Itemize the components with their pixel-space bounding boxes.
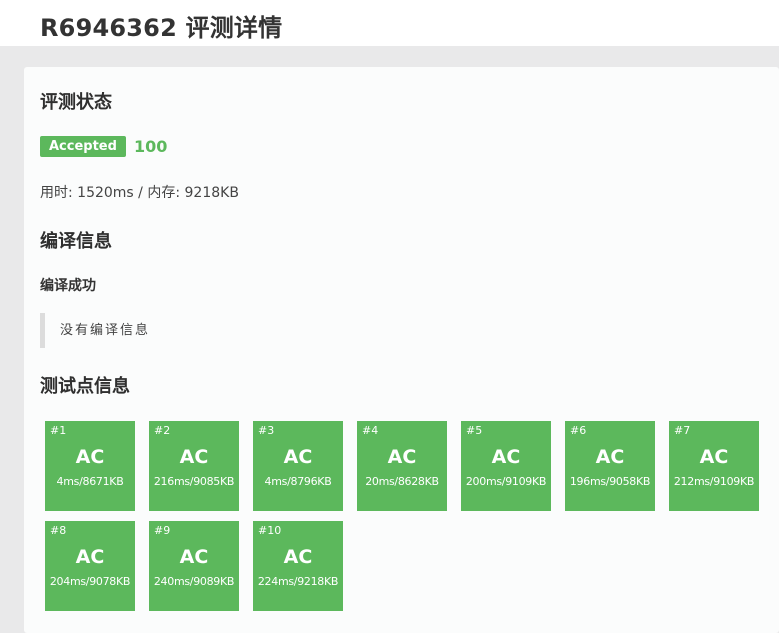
tests-section-title: 测试点信息 (40, 376, 130, 397)
test-case-detail: 20ms/8628KB (365, 475, 439, 488)
test-case-result: AC (179, 446, 209, 468)
test-case-id: #1 (50, 424, 67, 437)
status-badge: Accepted (40, 136, 126, 157)
test-case-result: AC (595, 446, 625, 468)
score-value: 100 (133, 137, 168, 156)
status-row: Accepted 100 (40, 136, 167, 157)
record-card: 评测状态 Accepted 100 用时: 1520ms / 内存: 9218K… (24, 67, 779, 633)
test-case-id: #2 (154, 424, 171, 437)
test-case-7[interactable]: #7 AC 212ms/9109KB (669, 421, 759, 511)
test-case-result: AC (283, 446, 313, 468)
test-case-9[interactable]: #9 AC 240ms/9089KB (149, 521, 239, 611)
status-section-title: 评测状态 (40, 92, 112, 113)
test-case-5[interactable]: #5 AC 200ms/9109KB (461, 421, 551, 511)
test-case-3[interactable]: #3 AC 4ms/8796KB (253, 421, 343, 511)
test-case-detail: 4ms/8796KB (264, 475, 332, 488)
test-case-result: AC (179, 546, 209, 568)
test-case-detail: 204ms/9078KB (49, 575, 131, 588)
time-memory-stats: 用时: 1520ms / 内存: 9218KB (40, 185, 239, 201)
test-case-detail: 196ms/9058KB (569, 475, 651, 488)
test-case-result: AC (283, 546, 313, 568)
test-case-id: #4 (362, 424, 379, 437)
test-case-detail: 240ms/9089KB (153, 575, 235, 588)
test-case-detail: 4ms/8671KB (56, 475, 124, 488)
test-case-result: AC (387, 446, 417, 468)
test-case-detail: 224ms/9218KB (257, 575, 339, 588)
compile-message: 没有编译信息 (40, 313, 360, 348)
test-case-detail: 216ms/9085KB (153, 475, 235, 488)
top-header: R6946362 评测详情 (0, 0, 779, 46)
test-case-result: AC (75, 546, 105, 568)
test-case-4[interactable]: #4 AC 20ms/8628KB (357, 421, 447, 511)
test-case-detail: 212ms/9109KB (673, 475, 755, 488)
compile-section-title: 编译信息 (40, 231, 112, 252)
test-case-id: #10 (258, 524, 282, 537)
test-case-8[interactable]: #8 AC 204ms/9078KB (45, 521, 135, 611)
page-title: R6946362 评测详情 (40, 14, 283, 42)
test-case-id: #6 (570, 424, 587, 437)
test-case-id: #9 (154, 524, 171, 537)
compile-status: 编译成功 (40, 278, 96, 294)
test-case-2[interactable]: #2 AC 216ms/9085KB (149, 421, 239, 511)
test-case-result: AC (699, 446, 729, 468)
test-case-6[interactable]: #6 AC 196ms/9058KB (565, 421, 655, 511)
test-case-id: #3 (258, 424, 275, 437)
test-case-result: AC (75, 446, 105, 468)
test-case-id: #7 (674, 424, 691, 437)
test-case-result: AC (491, 446, 521, 468)
test-case-id: #5 (466, 424, 483, 437)
test-case-id: #8 (50, 524, 67, 537)
test-case-10[interactable]: #10 AC 224ms/9218KB (253, 521, 343, 611)
test-case-detail: 200ms/9109KB (465, 475, 547, 488)
test-case-1[interactable]: #1 AC 4ms/8671KB (45, 421, 135, 511)
